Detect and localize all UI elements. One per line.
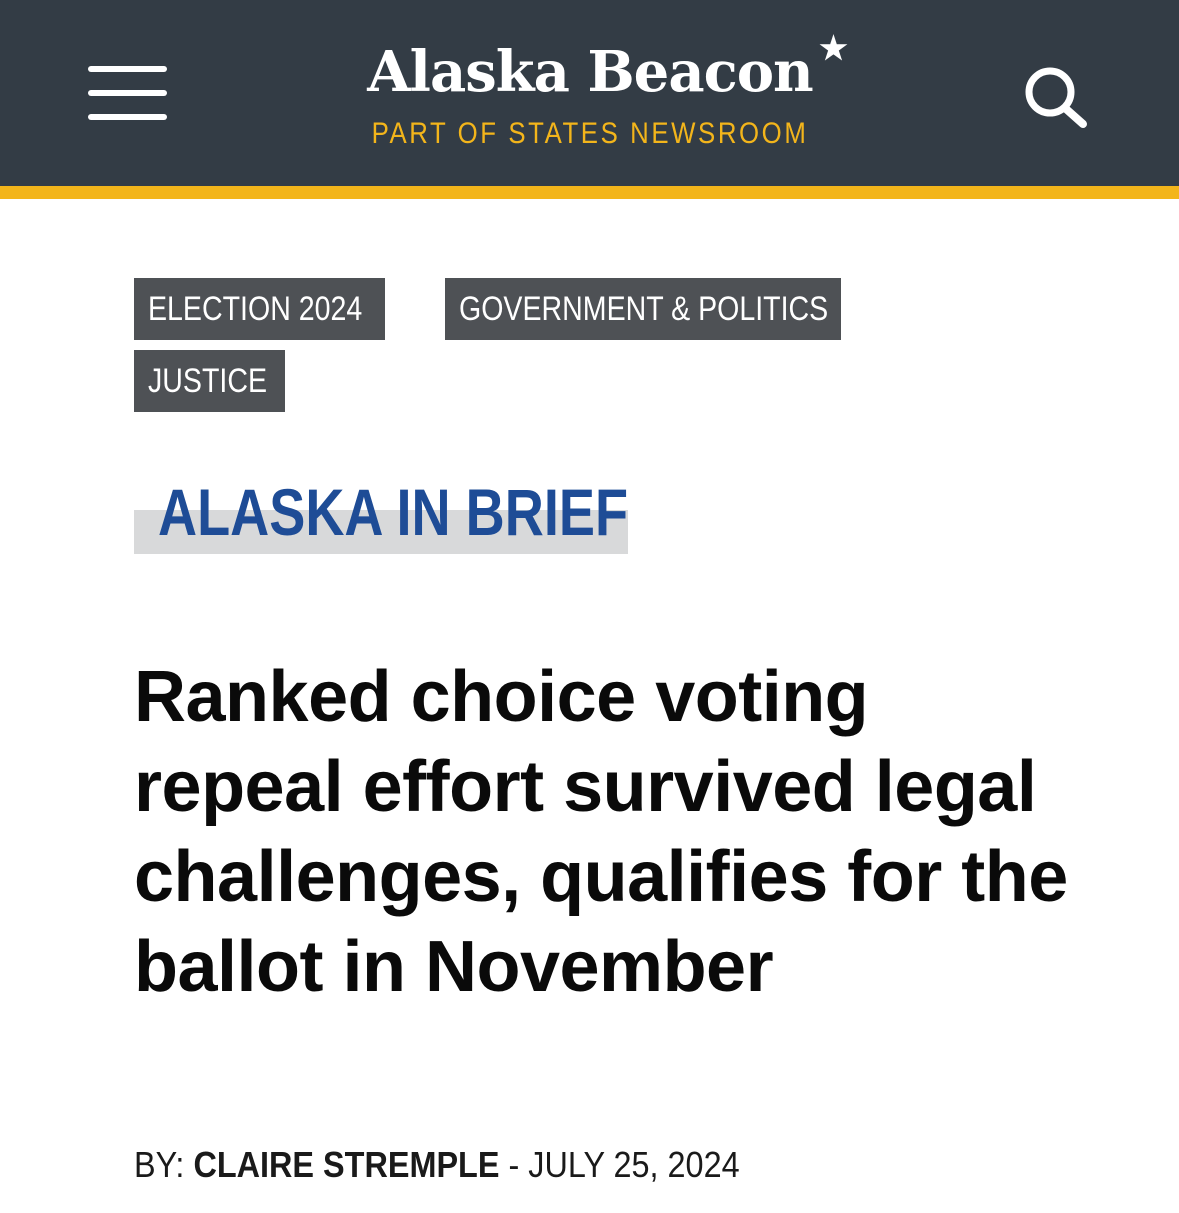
brand-name: Alaska Beacon ★ [367, 32, 848, 108]
site-logo[interactable]: Alaska Beacon ★ PART OF STATES NEWSROOM [330, 32, 850, 152]
tag-justice[interactable]: JUSTICE [134, 350, 285, 412]
tag-label: JUSTICE [148, 362, 268, 400]
brand-tagline: PART OF STATES NEWSROOM [371, 117, 809, 150]
star-icon: ★ [819, 29, 848, 67]
publish-date: JULY 25, 2024 [528, 1144, 740, 1185]
author-link[interactable]: CLAIRE STREMPLE [193, 1144, 499, 1185]
byline-prefix: BY: [134, 1144, 194, 1185]
menu-line [88, 66, 167, 72]
brand-name-text: Alaska Beacon [367, 39, 814, 105]
kicker-label: ALASKA IN BRIEF [158, 475, 629, 549]
search-icon[interactable] [1020, 62, 1092, 130]
site-header: Alaska Beacon ★ PART OF STATES NEWSROOM [0, 0, 1179, 199]
article-byline: BY: CLAIRE STREMPLE - JULY 25, 2024 [134, 1140, 740, 1190]
tag-election-2024[interactable]: ELECTION 2024 [134, 278, 385, 340]
byline-separator: - [499, 1144, 529, 1185]
menu-line [88, 90, 167, 96]
hamburger-menu-icon[interactable] [88, 66, 168, 122]
search-icon-graphic [1025, 67, 1087, 128]
article-headline: Ranked choice voting repeal effort survi… [134, 657, 1068, 1007]
section-kicker[interactable]: ALASKA IN BRIEF [134, 472, 628, 554]
menu-line [88, 114, 167, 120]
tag-label: GOVERNMENT & POLITICS [459, 290, 829, 328]
tag-government-politics[interactable]: GOVERNMENT & POLITICS [445, 278, 841, 340]
tag-label: ELECTION 2024 [148, 290, 363, 328]
